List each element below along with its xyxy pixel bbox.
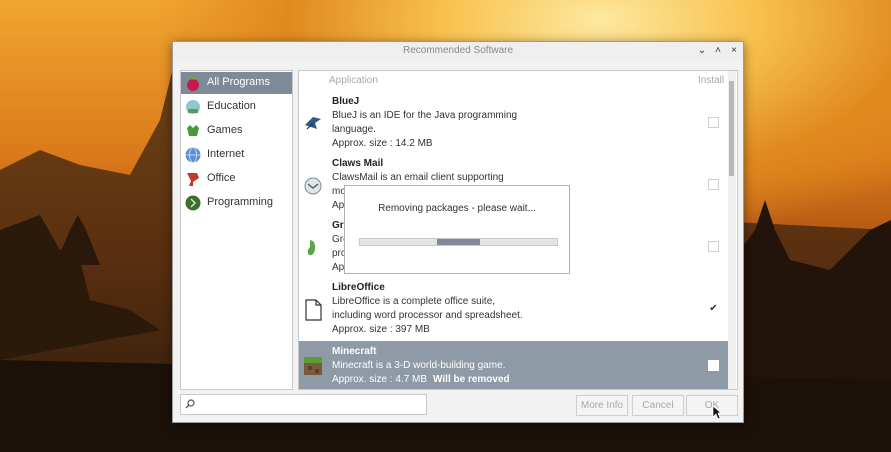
progress-bar [359, 238, 558, 246]
progress-bar-fill [437, 239, 480, 245]
column-header-install: Install [698, 75, 725, 86]
install-checkbox[interactable] [708, 360, 719, 371]
sidebar-item-programming[interactable]: Programming [181, 192, 292, 214]
office-icon [187, 173, 199, 186]
sidebar-item-office[interactable]: Office [181, 168, 292, 190]
more-info-button[interactable]: More Info [576, 395, 628, 416]
search-field[interactable] [180, 394, 427, 415]
list-item-libreoffice[interactable]: LibreOffice LibreOffice is a complete of… [299, 277, 728, 339]
install-checkbox[interactable] [708, 117, 719, 128]
sidebar-item-label: Education [207, 100, 256, 112]
app-name: BlueJ [332, 96, 360, 107]
app-description-line: LibreOffice is a complete office suite, [332, 296, 496, 307]
sidebar-item-games[interactable]: Games [181, 120, 292, 142]
list-item-bluej[interactable]: BlueJ BlueJ is an IDE for the Java progr… [299, 91, 728, 153]
list-scrollbar[interactable] [728, 71, 736, 389]
app-name: Minecraft [332, 346, 377, 357]
cancel-button[interactable]: Cancel [632, 395, 684, 416]
search-icon [185, 399, 195, 409]
sidebar-item-education[interactable]: Education [181, 96, 292, 118]
titlebar[interactable]: Recommended Software ⌄ ˄ × [173, 42, 743, 62]
column-header-application: Application [329, 75, 378, 86]
app-size: Approx. size : 14.2 MB [332, 138, 433, 149]
sidebar-item-label: Games [207, 124, 243, 136]
sidebar-item-all-programs[interactable]: All Programs [181, 72, 292, 94]
sidebar-item-internet[interactable]: Internet [181, 144, 292, 166]
sidebar-item-label: Programming [207, 196, 274, 208]
removal-status: Will be removed [433, 374, 510, 385]
app-size: Approx. size : 4.7 MB Will be removed [332, 374, 510, 385]
sidebar-item-label: Internet [207, 148, 245, 160]
sidebar-item-label: All Programs [207, 76, 270, 88]
minimize-button[interactable]: ⌄ [695, 44, 709, 58]
education-icon [186, 100, 200, 114]
raspberry-icon [187, 77, 199, 91]
app-description-line: BlueJ is an IDE for the Java programming [332, 110, 518, 121]
globe-icon [185, 147, 201, 163]
scrollbar-thumb[interactable] [729, 81, 734, 176]
app-name: LibreOffice [332, 282, 385, 293]
install-checkbox[interactable] [708, 241, 719, 252]
bluej-icon [305, 117, 321, 130]
sidebar-item-label: Office [207, 172, 236, 184]
libreoffice-icon [305, 299, 322, 321]
app-description-line: Minecraft is a 3-D world-building game. [332, 360, 506, 371]
window-title: Recommended Software [402, 45, 514, 56]
greenfoot-icon [307, 240, 316, 256]
games-icon [187, 125, 199, 136]
app-size-text: Approx. size : 4.7 MB [332, 374, 428, 385]
progress-dialog: Removing packages - please wait... [344, 185, 570, 274]
app-description-line: language. [332, 124, 376, 135]
progress-message: Removing packages - please wait... [378, 203, 536, 214]
install-checkbox[interactable] [708, 179, 719, 190]
programming-icon [185, 195, 201, 211]
category-sidebar: All Programs Education Games Internet Of… [180, 70, 293, 390]
minecraft-icon [304, 357, 322, 375]
maximize-button[interactable]: ˄ [711, 44, 725, 58]
app-description-line: ClawsMail is an email client supporting [332, 172, 504, 183]
install-checkbox-checked[interactable]: ✔ [708, 303, 719, 314]
close-button[interactable]: × [727, 44, 741, 58]
app-size: Approx. size : 397 MB [332, 324, 430, 335]
mouse-cursor-icon [712, 405, 722, 420]
list-item-minecraft[interactable]: Minecraft Minecraft is a 3-D world-build… [299, 341, 728, 389]
app-description-line: including word processor and spreadsheet… [332, 310, 523, 321]
claws-mail-icon [304, 177, 322, 195]
app-name: Claws Mail [332, 158, 384, 169]
